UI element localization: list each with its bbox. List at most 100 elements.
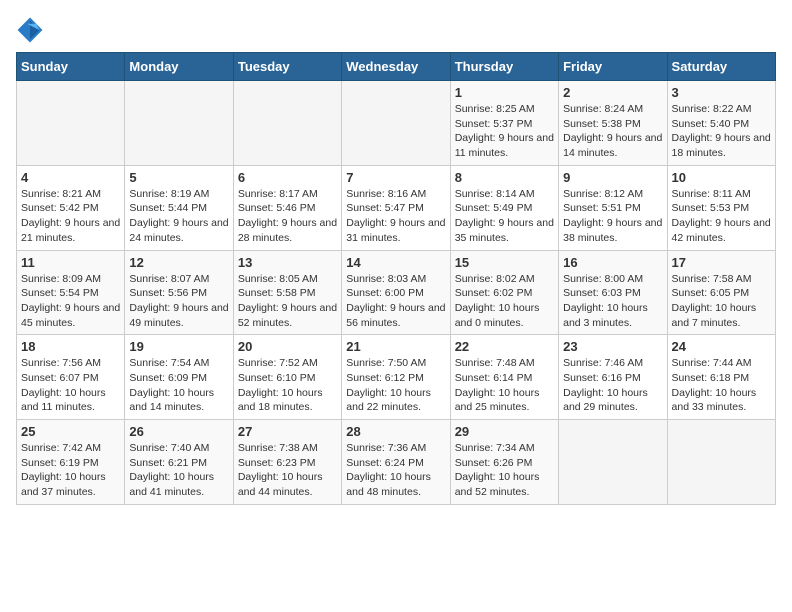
- calendar-cell: 21Sunrise: 7:50 AM Sunset: 6:12 PM Dayli…: [342, 335, 450, 420]
- day-number: 11: [21, 255, 120, 270]
- cell-info: Sunrise: 7:42 AM Sunset: 6:19 PM Dayligh…: [21, 441, 120, 500]
- calendar-cell: 4 Sunrise: 8:21 AM Sunset: 5:42 PM Daylig…: [17, 165, 125, 250]
- cell-info: Sunrise: 8:03 AM Sunset: 6:00 PM Dayligh…: [346, 272, 445, 331]
- cell-info: Sunrise: 7:34 AM Sunset: 6:26 PM Dayligh…: [455, 441, 554, 500]
- calendar-week-row: 25 Sunrise: 7:42 AM Sunset: 6:19 PM Dayli…: [17, 420, 776, 505]
- calendar-week-row: 11 Sunrise: 8:09 AM Sunset: 5:54 PM Dayli…: [17, 250, 776, 335]
- day-header-thursday: Thursday: [450, 53, 558, 81]
- calendar-week-row: 1 Sunrise: 8:25 AM Sunset: 5:37 PM Daylig…: [17, 81, 776, 166]
- day-header-sunday: Sunday: [17, 53, 125, 81]
- day-header-friday: Friday: [559, 53, 667, 81]
- cell-info: Sunrise: 8:22 AM Sunset: 5:40 PM Dayligh…: [672, 102, 771, 161]
- day-number: 27: [238, 424, 337, 439]
- logo-icon: [16, 16, 44, 44]
- day-number: 8: [455, 170, 554, 185]
- calendar-cell: 24 Sunrise: 7:44 AM Sunset: 6:18 PM Dayli…: [667, 335, 775, 420]
- day-number: 20: [238, 339, 337, 354]
- calendar-cell: [559, 420, 667, 505]
- cell-info: Sunrise: 7:44 AM Sunset: 6:18 PM Dayligh…: [672, 356, 771, 415]
- day-header-wednesday: Wednesday: [342, 53, 450, 81]
- calendar-week-row: 4 Sunrise: 8:21 AM Sunset: 5:42 PM Daylig…: [17, 165, 776, 250]
- header: [16, 16, 776, 44]
- calendar-cell: 10 Sunrise: 8:11 AM Sunset: 5:53 PM Dayli…: [667, 165, 775, 250]
- calendar-cell: 28 Sunrise: 7:36 AM Sunset: 6:24 PM Dayli…: [342, 420, 450, 505]
- day-number: 6: [238, 170, 337, 185]
- day-number: 1: [455, 85, 554, 100]
- cell-info: Sunrise: 8:12 AM Sunset: 5:51 PM Dayligh…: [563, 187, 662, 246]
- calendar-cell: 12 Sunrise: 8:07 AM Sunset: 5:56 PM Dayli…: [125, 250, 233, 335]
- day-header-saturday: Saturday: [667, 53, 775, 81]
- calendar-cell: 5 Sunrise: 8:19 AM Sunset: 5:44 PM Daylig…: [125, 165, 233, 250]
- day-number: 7: [346, 170, 445, 185]
- cell-info: Sunrise: 8:25 AM Sunset: 5:37 PM Dayligh…: [455, 102, 554, 161]
- day-number: 25: [21, 424, 120, 439]
- cell-info: Sunrise: 7:56 AM Sunset: 6:07 PM Dayligh…: [21, 356, 120, 415]
- day-number: 12: [129, 255, 228, 270]
- cell-info: Sunrise: 7:48 AM Sunset: 6:14 PM Dayligh…: [455, 356, 554, 415]
- calendar-cell: 3Sunrise: 8:22 AM Sunset: 5:40 PM Daylig…: [667, 81, 775, 166]
- calendar-cell: 9 Sunrise: 8:12 AM Sunset: 5:51 PM Daylig…: [559, 165, 667, 250]
- day-number: 24: [672, 339, 771, 354]
- day-number: 26: [129, 424, 228, 439]
- calendar-cell: 29 Sunrise: 7:34 AM Sunset: 6:26 PM Dayli…: [450, 420, 558, 505]
- calendar-cell: 26 Sunrise: 7:40 AM Sunset: 6:21 PM Dayli…: [125, 420, 233, 505]
- calendar-cell: [125, 81, 233, 166]
- day-number: 18: [21, 339, 120, 354]
- cell-info: Sunrise: 8:16 AM Sunset: 5:47 PM Dayligh…: [346, 187, 445, 246]
- calendar-cell: 27Sunrise: 7:38 AM Sunset: 6:23 PM Dayli…: [233, 420, 341, 505]
- cell-info: Sunrise: 8:11 AM Sunset: 5:53 PM Dayligh…: [672, 187, 771, 246]
- cell-info: Sunrise: 7:58 AM Sunset: 6:05 PM Dayligh…: [672, 272, 771, 331]
- day-number: 2: [563, 85, 662, 100]
- calendar-cell: 14 Sunrise: 8:03 AM Sunset: 6:00 PM Dayli…: [342, 250, 450, 335]
- calendar-cell: 8 Sunrise: 8:14 AM Sunset: 5:49 PM Daylig…: [450, 165, 558, 250]
- calendar-cell: 16Sunrise: 8:00 AM Sunset: 6:03 PM Dayli…: [559, 250, 667, 335]
- logo: [16, 16, 48, 44]
- cell-info: Sunrise: 8:09 AM Sunset: 5:54 PM Dayligh…: [21, 272, 120, 331]
- day-number: 22: [455, 339, 554, 354]
- calendar-cell: 2 Sunrise: 8:24 AM Sunset: 5:38 PM Daylig…: [559, 81, 667, 166]
- calendar-cell: 6Sunrise: 8:17 AM Sunset: 5:46 PM Daylig…: [233, 165, 341, 250]
- calendar-cell: 15Sunrise: 8:02 AM Sunset: 6:02 PM Dayli…: [450, 250, 558, 335]
- day-number: 15: [455, 255, 554, 270]
- calendar-cell: [342, 81, 450, 166]
- day-number: 13: [238, 255, 337, 270]
- calendar-cell: [667, 420, 775, 505]
- cell-info: Sunrise: 8:07 AM Sunset: 5:56 PM Dayligh…: [129, 272, 228, 331]
- day-number: 19: [129, 339, 228, 354]
- cell-info: Sunrise: 7:36 AM Sunset: 6:24 PM Dayligh…: [346, 441, 445, 500]
- cell-info: Sunrise: 7:54 AM Sunset: 6:09 PM Dayligh…: [129, 356, 228, 415]
- cell-info: Sunrise: 7:40 AM Sunset: 6:21 PM Dayligh…: [129, 441, 228, 500]
- calendar-table: SundayMondayTuesdayWednesdayThursdayFrid…: [16, 52, 776, 505]
- cell-info: Sunrise: 8:14 AM Sunset: 5:49 PM Dayligh…: [455, 187, 554, 246]
- calendar-week-row: 18 Sunrise: 7:56 AM Sunset: 6:07 PM Dayli…: [17, 335, 776, 420]
- calendar-cell: 22 Sunrise: 7:48 AM Sunset: 6:14 PM Dayli…: [450, 335, 558, 420]
- cell-info: Sunrise: 8:24 AM Sunset: 5:38 PM Dayligh…: [563, 102, 662, 161]
- calendar-header-row: SundayMondayTuesdayWednesdayThursdayFrid…: [17, 53, 776, 81]
- calendar-cell: 7 Sunrise: 8:16 AM Sunset: 5:47 PM Daylig…: [342, 165, 450, 250]
- calendar-cell: 19 Sunrise: 7:54 AM Sunset: 6:09 PM Dayli…: [125, 335, 233, 420]
- cell-info: Sunrise: 8:05 AM Sunset: 5:58 PM Dayligh…: [238, 272, 337, 331]
- day-number: 4: [21, 170, 120, 185]
- day-number: 17: [672, 255, 771, 270]
- calendar-cell: [233, 81, 341, 166]
- calendar-cell: 1 Sunrise: 8:25 AM Sunset: 5:37 PM Daylig…: [450, 81, 558, 166]
- calendar-cell: 25 Sunrise: 7:42 AM Sunset: 6:19 PM Dayli…: [17, 420, 125, 505]
- day-header-monday: Monday: [125, 53, 233, 81]
- day-number: 14: [346, 255, 445, 270]
- day-number: 21: [346, 339, 445, 354]
- day-number: 23: [563, 339, 662, 354]
- calendar-cell: 11 Sunrise: 8:09 AM Sunset: 5:54 PM Dayli…: [17, 250, 125, 335]
- day-number: 5: [129, 170, 228, 185]
- cell-info: Sunrise: 7:46 AM Sunset: 6:16 PM Dayligh…: [563, 356, 662, 415]
- day-header-tuesday: Tuesday: [233, 53, 341, 81]
- day-number: 29: [455, 424, 554, 439]
- day-number: 9: [563, 170, 662, 185]
- calendar-cell: [17, 81, 125, 166]
- day-number: 28: [346, 424, 445, 439]
- day-number: 16: [563, 255, 662, 270]
- calendar-cell: 17 Sunrise: 7:58 AM Sunset: 6:05 PM Dayli…: [667, 250, 775, 335]
- calendar-cell: 20Sunrise: 7:52 AM Sunset: 6:10 PM Dayli…: [233, 335, 341, 420]
- cell-info: Sunrise: 8:21 AM Sunset: 5:42 PM Dayligh…: [21, 187, 120, 246]
- day-number: 10: [672, 170, 771, 185]
- cell-info: Sunrise: 8:19 AM Sunset: 5:44 PM Dayligh…: [129, 187, 228, 246]
